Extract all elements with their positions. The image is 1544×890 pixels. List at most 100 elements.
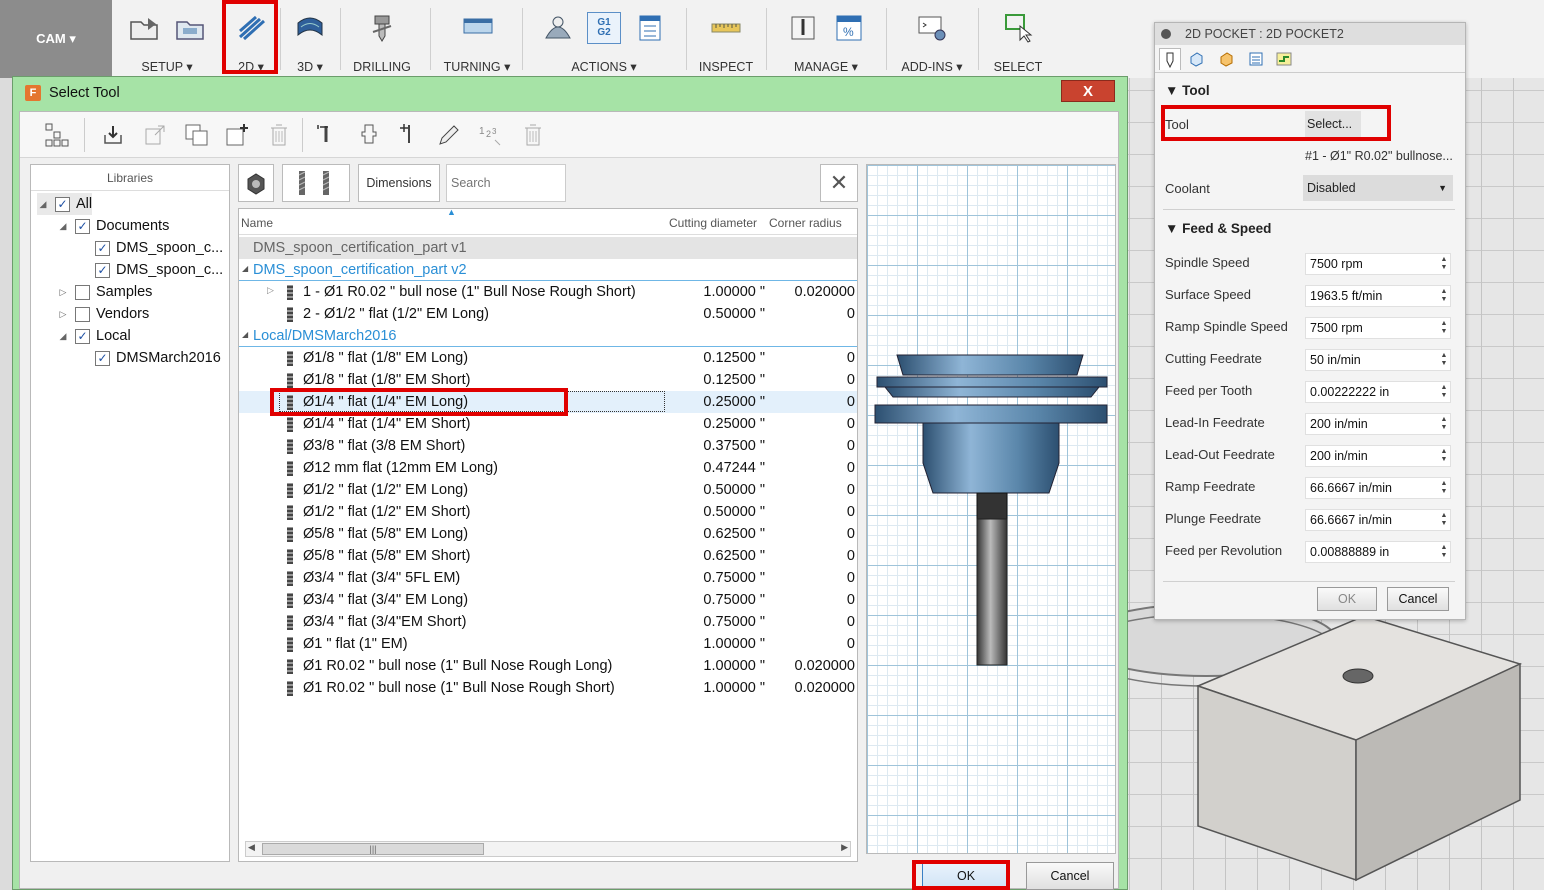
tool-row[interactable]: Ø1 R0.02 " bull nose (1" Bull Nose Rough… — [239, 655, 857, 677]
field-input[interactable]: 66.6667 in/min ▲ ▼ — [1305, 477, 1451, 499]
library-checkbox[interactable]: ✓ — [95, 350, 110, 366]
clear-filter-icon[interactable]: ✕ — [820, 164, 858, 202]
tool-select-button[interactable]: Select... — [1305, 111, 1361, 137]
tool-row[interactable]: ▷ 1 - Ø1 R0.02 " bull nose (1" Bull Nose … — [239, 281, 857, 303]
toolbar-group-turning[interactable]: TURNING ▾ — [432, 0, 522, 78]
coolant-dropdown[interactable]: Disabled ▼ — [1303, 175, 1453, 201]
copy-library-icon[interactable] — [182, 120, 212, 150]
toolbar-group-actions[interactable]: G1 G2 ACTIONS ▾ — [524, 0, 684, 78]
library-checkbox[interactable] — [75, 284, 90, 300]
workspace-switcher[interactable]: CAM ▾ — [0, 0, 112, 78]
toolbar-group-addins[interactable]: ADD-INS ▾ — [888, 0, 976, 78]
tool-section-header[interactable]: ▼ Tool — [1165, 83, 1210, 98]
library-checkbox[interactable]: ✓ — [55, 196, 70, 212]
library-item[interactable]: ✓ DMSMarch2016 — [77, 347, 221, 369]
scripts-addins-icon[interactable] — [915, 12, 949, 44]
dialog-close-button[interactable]: X — [1061, 80, 1115, 102]
tool-row[interactable]: Ø1 " flat (1" EM) 1.00000 " 0 — [239, 633, 857, 655]
collapse-icon[interactable] — [1161, 29, 1171, 39]
tool-row[interactable]: Ø1/2 " flat (1/2" EM Long) 0.50000 " 0 — [239, 479, 857, 501]
tool-preview[interactable] — [866, 164, 1116, 854]
collapse-icon[interactable]: ◢ — [57, 221, 69, 232]
library-group-row[interactable]: DMS_spoon_certification_part v1 — [239, 237, 857, 259]
tab-geometry-icon[interactable] — [1185, 48, 1207, 70]
tool-row[interactable]: Ø3/4 " flat (3/4"EM Short) 0.75000 " 0 — [239, 611, 857, 633]
collapse-icon[interactable]: ◢ — [242, 264, 248, 273]
tool-row[interactable]: Ø5/8 " flat (5/8" EM Short) 0.62500 " 0 — [239, 545, 857, 567]
field-input[interactable]: 0.00888889 in ▲ ▼ — [1305, 541, 1451, 563]
field-input[interactable]: 0.00222222 in ▲ ▼ — [1305, 381, 1451, 403]
library-checkbox[interactable]: ✓ — [75, 218, 90, 234]
spinner-icon[interactable]: ▲ ▼ — [1439, 320, 1449, 336]
2d-pocket-icon[interactable] — [234, 12, 268, 44]
filter-insert-icon[interactable] — [238, 164, 274, 202]
tool-row[interactable]: Ø1/4 " flat (1/4" EM Long) 0.25000 " 0 — [239, 391, 857, 413]
library-checkbox[interactable]: ✓ — [95, 262, 110, 278]
tool-row[interactable]: Ø1/8 " flat (1/8" EM Long) 0.12500 " 0 — [239, 347, 857, 369]
field-input[interactable]: 7500 rpm ▲ ▼ — [1305, 317, 1451, 339]
toolbar-group-2d[interactable]: 2D ▾ — [224, 0, 278, 78]
spinner-icon[interactable]: ▲ ▼ — [1439, 384, 1449, 400]
expand-icon[interactable]: ▷ — [57, 309, 69, 320]
tab-linking-icon[interactable] — [1273, 48, 1295, 70]
field-input[interactable]: 66.6667 in/min ▲ ▼ — [1305, 509, 1451, 531]
delete-library-icon[interactable] — [264, 120, 294, 150]
new-mill-tool-icon[interactable] — [312, 120, 342, 150]
spinner-icon[interactable]: ▲ ▼ — [1439, 416, 1449, 432]
feed-speed-section-header[interactable]: ▼ Feed & Speed — [1165, 221, 1271, 236]
expand-icon[interactable]: ▷ — [267, 285, 274, 296]
scroll-right-icon[interactable]: ▶ — [841, 842, 848, 853]
new-holder-icon[interactable] — [354, 120, 384, 150]
field-input[interactable]: 200 in/min ▲ ▼ — [1305, 413, 1451, 435]
tool-row[interactable]: Ø1 R0.02 " bull nose (1" Bull Nose Rough… — [239, 677, 857, 699]
template-library-icon[interactable]: % — [832, 12, 866, 44]
column-corner-radius[interactable]: Corner radius — [769, 216, 842, 230]
tool-search-input[interactable] — [446, 164, 566, 202]
collapse-icon[interactable]: ◢ — [242, 330, 248, 339]
library-checkbox[interactable] — [75, 306, 90, 322]
column-name[interactable]: Name — [241, 216, 273, 230]
toolbar-group-setup[interactable]: SETUP ▾ — [112, 0, 222, 78]
spinner-icon[interactable]: ▲ ▼ — [1439, 256, 1449, 272]
library-group-row[interactable]: ◢ DMS_spoon_certification_part v2 — [239, 259, 857, 281]
simulate-icon[interactable] — [541, 12, 575, 44]
new-drill-tool-icon[interactable] — [394, 120, 424, 150]
library-checkbox[interactable]: ✓ — [95, 240, 110, 256]
tool-row[interactable]: Ø1/8 " flat (1/8" EM Short) 0.12500 " 0 — [239, 369, 857, 391]
spinner-icon[interactable]: ▲ ▼ — [1439, 480, 1449, 496]
spinner-icon[interactable]: ▲ ▼ — [1439, 512, 1449, 528]
tab-heights-icon[interactable] — [1215, 48, 1237, 70]
horizontal-scrollbar[interactable]: ◀ ||| ▶ — [245, 841, 851, 857]
dialog-ok-button[interactable]: OK — [922, 862, 1010, 890]
tree-view-icon[interactable] — [42, 120, 72, 150]
toolbar-group-inspect[interactable]: INSPECT — [688, 0, 764, 78]
filter-mill-types-icon[interactable] — [282, 164, 350, 202]
toolbar-group-select[interactable]: SELECT — [980, 0, 1056, 78]
tool-row[interactable]: Ø5/8 " flat (5/8" EM Long) 0.62500 " 0 — [239, 523, 857, 545]
turning-icon[interactable] — [460, 12, 494, 44]
scroll-thumb[interactable]: ||| — [262, 843, 484, 855]
tool-row[interactable]: Ø12 mm flat (12mm EM Long) 0.47244 " 0 — [239, 457, 857, 479]
toolbar-group-drilling[interactable]: DRILLING — [342, 0, 422, 78]
library-item[interactable]: ✓ DMS_spoon_c... — [77, 237, 223, 259]
field-input[interactable]: 7500 rpm ▲ ▼ — [1305, 253, 1451, 275]
setup-sheet-icon[interactable] — [633, 12, 667, 44]
tool-row[interactable]: Ø1/4 " flat (1/4" EM Short) 0.25000 " 0 — [239, 413, 857, 435]
collapse-icon[interactable]: ◢ — [37, 199, 49, 210]
library-group-row[interactable]: ◢ Local/DMSMarch2016 — [239, 325, 857, 347]
library-item[interactable]: ◢ ✓ All — [37, 193, 93, 215]
post-process-icon[interactable]: G1 G2 — [587, 12, 621, 44]
export-library-icon[interactable] — [140, 120, 170, 150]
tool-library-icon[interactable] — [786, 12, 820, 44]
setup-folder-icon[interactable] — [173, 12, 207, 44]
pocket-ok-button[interactable]: OK — [1317, 587, 1377, 611]
tool-row[interactable]: Ø3/4 " flat (3/4" 5FL EM) 0.75000 " 0 — [239, 567, 857, 589]
tool-row[interactable]: 2 - Ø1/2 " flat (1/2" EM Long) 0.50000 " 0 — [239, 303, 857, 325]
library-item[interactable]: ✓ DMS_spoon_c... — [77, 259, 223, 281]
field-input[interactable]: 1963.5 ft/min ▲ ▼ — [1305, 285, 1451, 307]
scroll-left-icon[interactable]: ◀ — [248, 842, 255, 853]
new-setup-icon[interactable] — [127, 12, 161, 44]
library-item[interactable]: ◢ ✓ Local — [57, 325, 131, 347]
toolbar-group-manage[interactable]: % MANAGE ▾ — [768, 0, 884, 78]
tab-passes-icon[interactable] — [1245, 48, 1267, 70]
